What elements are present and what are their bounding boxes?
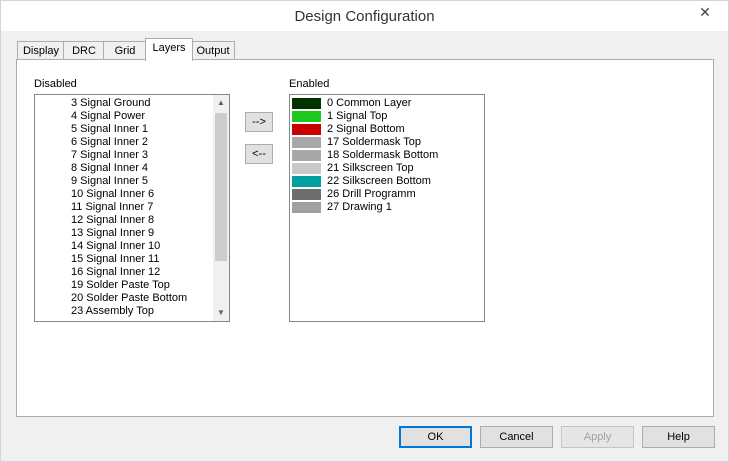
layer-label: 17 Soldermask Top <box>327 136 421 148</box>
tab-display[interactable]: Display <box>17 41 65 60</box>
layer-color-swatch <box>292 137 321 148</box>
disabled-layer-item[interactable]: 7 Signal Inner 3 <box>71 149 148 162</box>
layer-color-swatch <box>292 189 321 200</box>
scroll-up-icon[interactable]: ▲ <box>213 95 229 111</box>
tab-layers[interactable]: Layers <box>145 38 193 61</box>
layer-color-swatch <box>292 111 321 122</box>
disabled-layer-item[interactable]: 14 Signal Inner 10 <box>71 240 160 253</box>
enabled-layer-item[interactable]: 17 Soldermask Top <box>290 136 484 149</box>
layer-label: 1 Signal Top <box>327 110 388 122</box>
disabled-layer-item[interactable]: 19 Solder Paste Top <box>71 279 170 292</box>
scrollbar-thumb[interactable] <box>215 113 227 261</box>
disabled-list-label: Disabled <box>34 78 77 90</box>
layer-label: 0 Common Layer <box>327 97 412 109</box>
disabled-layer-item[interactable]: 12 Signal Inner 8 <box>71 214 154 227</box>
layer-label: 21 Silkscreen Top <box>327 162 414 174</box>
disabled-layer-item[interactable]: 3 Signal Ground <box>71 97 151 110</box>
tab-grid[interactable]: Grid <box>103 41 147 60</box>
ok-button[interactable]: OK <box>399 426 472 448</box>
layer-label: 26 Drill Programm <box>327 188 416 200</box>
layer-color-swatch <box>292 98 321 109</box>
enabled-layer-item[interactable]: 26 Drill Programm <box>290 188 484 201</box>
disabled-layer-item[interactable]: 23 Assembly Top <box>71 305 154 318</box>
design-configuration-dialog: Design Configuration ✕ Display DRC Grid … <box>0 0 729 462</box>
disabled-layer-item[interactable]: 10 Signal Inner 6 <box>71 188 154 201</box>
disabled-layer-item[interactable]: 6 Signal Inner 2 <box>71 136 148 149</box>
layer-label: 22 Silkscreen Bottom <box>327 175 431 187</box>
layer-color-swatch <box>292 202 321 213</box>
disabled-layer-item[interactable]: 11 Signal Inner 7 <box>71 201 153 214</box>
enabled-layer-item[interactable]: 21 Silkscreen Top <box>290 162 484 175</box>
layer-color-swatch <box>292 163 321 174</box>
move-to-disabled-button[interactable]: <-- <box>245 144 273 164</box>
title-bar: Design Configuration ✕ <box>1 1 728 31</box>
help-button[interactable]: Help <box>642 426 715 448</box>
disabled-layer-item[interactable]: 15 Signal Inner 11 <box>71 253 159 266</box>
enabled-layer-item[interactable]: 18 Soldermask Bottom <box>290 149 484 162</box>
layer-color-swatch <box>292 124 321 135</box>
disabled-layer-item[interactable]: 5 Signal Inner 1 <box>71 123 148 136</box>
disabled-layer-item[interactable]: 13 Signal Inner 9 <box>71 227 154 240</box>
enabled-layer-item[interactable]: 27 Drawing 1 <box>290 201 484 214</box>
apply-button[interactable]: Apply <box>561 426 634 448</box>
disabled-layer-item[interactable]: 16 Signal Inner 12 <box>71 266 160 279</box>
enabled-layer-item[interactable]: 2 Signal Bottom <box>290 123 484 136</box>
disabled-layers-list[interactable]: 23 Assembly Top 20 Solder Paste Bottom 19 … <box>34 94 230 322</box>
cancel-button[interactable]: Cancel <box>480 426 553 448</box>
disabled-layer-item[interactable]: 20 Solder Paste Bottom <box>71 292 187 305</box>
layer-label: 18 Soldermask Bottom <box>327 149 439 161</box>
scroll-down-icon[interactable]: ▼ <box>213 305 229 321</box>
layer-label: 27 Drawing 1 <box>327 201 392 213</box>
layer-label: 2 Signal Bottom <box>327 123 405 135</box>
move-to-enabled-button[interactable]: --> <box>245 112 273 132</box>
enabled-layer-item[interactable]: 22 Silkscreen Bottom <box>290 175 484 188</box>
window-title: Design Configuration <box>294 8 435 25</box>
enabled-layer-item[interactable]: 0 Common Layer <box>290 97 484 110</box>
layer-color-swatch <box>292 176 321 187</box>
tab-output[interactable]: Output <box>191 41 235 60</box>
tab-drc[interactable]: DRC <box>63 41 105 60</box>
enabled-list-label: Enabled <box>289 78 330 90</box>
disabled-layer-item[interactable]: 4 Signal Power <box>71 110 145 123</box>
disabled-layer-item[interactable]: 8 Signal Inner 4 <box>71 162 148 175</box>
close-icon[interactable]: ✕ <box>690 1 720 23</box>
disabled-layer-item[interactable]: 9 Signal Inner 5 <box>71 175 148 188</box>
disabled-list-scrollbar[interactable]: ▲ ▼ <box>213 95 229 321</box>
enabled-layer-item[interactable]: 1 Signal Top <box>290 110 484 123</box>
layer-color-swatch <box>292 150 321 161</box>
enabled-layers-list[interactable]: 0 Common Layer 1 Signal Top 2 Signal Botto… <box>289 94 485 322</box>
